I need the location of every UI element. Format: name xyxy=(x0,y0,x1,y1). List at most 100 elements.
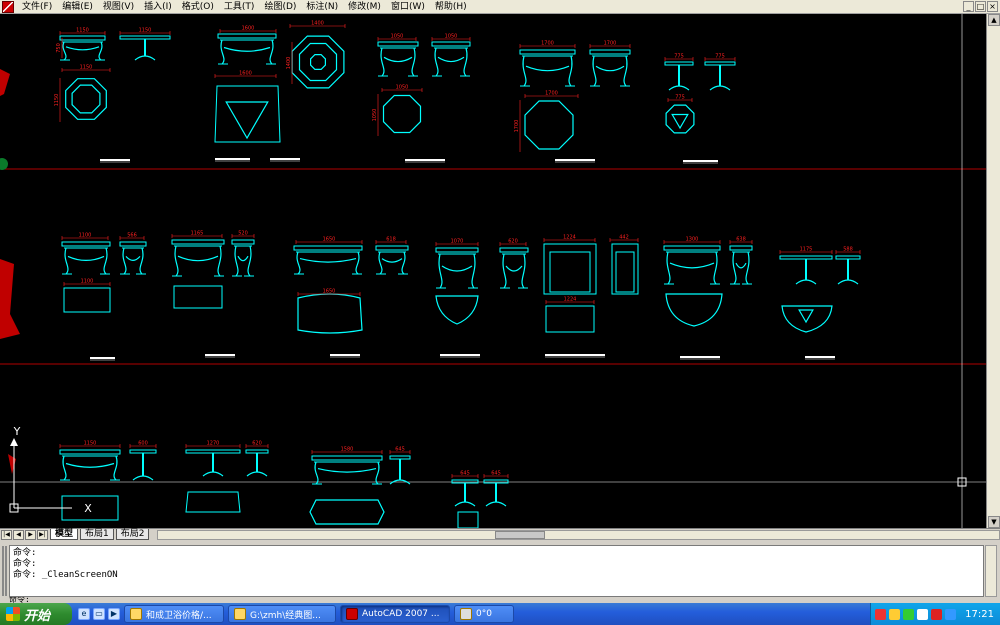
tab-prev-button[interactable]: ◀ xyxy=(13,529,24,540)
menu-insert[interactable]: 插入(I) xyxy=(139,0,177,14)
vertical-scrollbar[interactable]: ▲ ▼ xyxy=(986,14,1000,528)
dimension-text: 1175 xyxy=(800,247,813,253)
task-button[interactable]: 和成卫浴价格/... xyxy=(124,605,224,623)
cad-rect xyxy=(545,305,595,333)
dimension-text: 645 xyxy=(460,471,470,477)
clock: 17:21 xyxy=(965,608,994,620)
dimension-text: 588 xyxy=(843,247,853,253)
dimension-text: 1070 xyxy=(451,239,464,245)
dimension-text: 620 xyxy=(252,441,262,447)
layout-tab-bar: |◀ ◀ ▶ ▶| 模型 布局1 布局2 xyxy=(0,528,1000,540)
dimension-text: 1224 xyxy=(564,297,577,303)
table-pedestal xyxy=(709,85,731,91)
menu-edit[interactable]: 编辑(E) xyxy=(57,0,98,14)
menu-view[interactable]: 视图(V) xyxy=(98,0,139,14)
autocad-app-icon[interactable] xyxy=(2,0,14,13)
tray-icon[interactable] xyxy=(889,608,901,620)
menu-draw[interactable]: 绘图(D) xyxy=(259,0,301,14)
desktop-icon[interactable]: ▭ xyxy=(93,608,105,620)
close-button[interactable]: × xyxy=(987,1,998,12)
menu-file[interactable]: 文件(F) xyxy=(17,0,57,14)
tab-last-button[interactable]: ▶| xyxy=(37,529,48,540)
tab-next-button[interactable]: ▶ xyxy=(25,529,36,540)
tray-icon[interactable] xyxy=(931,608,943,620)
system-tray: 17:21 xyxy=(870,603,1000,625)
dimension-text: 1400 xyxy=(311,21,324,27)
table-top-plan xyxy=(382,94,422,134)
table-top-plan xyxy=(297,293,363,334)
dimension-text: 520 xyxy=(238,231,248,237)
scroll-down-arrow-icon[interactable]: ▼ xyxy=(988,516,1000,528)
cad-rect xyxy=(499,247,529,253)
table-pedestal xyxy=(668,85,690,91)
table-top-plan xyxy=(71,84,101,114)
cad-rect xyxy=(173,285,223,309)
menu-tools[interactable]: 工具(T) xyxy=(219,0,260,14)
table-pedestal xyxy=(246,471,268,477)
task-button[interactable]: 0°0 xyxy=(454,605,514,623)
table-top-plan xyxy=(798,309,814,324)
tray-icon[interactable] xyxy=(875,608,887,620)
start-button[interactable]: 开始 xyxy=(0,603,72,625)
restore-button[interactable]: □ xyxy=(975,1,986,12)
cad-rect xyxy=(663,245,721,251)
command-line: 命令: _CleanScreenON xyxy=(13,570,118,580)
cad-rect xyxy=(729,245,753,251)
tab-layout2[interactable]: 布局2 xyxy=(115,529,150,540)
dimension-text: 1050 xyxy=(396,85,409,91)
tray-icon[interactable] xyxy=(945,608,957,620)
cad-rect xyxy=(664,61,694,66)
cad-rect xyxy=(217,33,277,39)
tab-first-button[interactable]: |◀ xyxy=(1,529,12,540)
cad-rect xyxy=(59,449,121,455)
command-scrollbar[interactable] xyxy=(985,545,997,597)
task-button[interactable]: G:\zmh\经典图... xyxy=(228,605,336,623)
drawing-canvas[interactable]: 1150 750 1150 1150 1150 1600 1600 1400 1400 1050 1… xyxy=(0,14,1000,528)
ucs-arrow-y xyxy=(10,438,18,446)
menu-format[interactable]: 格式(O) xyxy=(177,0,219,14)
tab-model[interactable]: 模型 xyxy=(50,529,79,540)
cad-rect xyxy=(704,61,736,66)
menu-dimension[interactable]: 标注(N) xyxy=(301,0,343,14)
cad-rect xyxy=(549,251,591,293)
tray-icon[interactable] xyxy=(903,608,915,620)
minimize-button[interactable]: _ xyxy=(963,1,974,12)
task-label: 0°0 xyxy=(476,609,492,619)
tab-layout1[interactable]: 布局1 xyxy=(80,529,114,540)
scroll-thumb[interactable] xyxy=(494,530,545,539)
horizontal-scrollbar[interactable] xyxy=(157,529,1000,540)
task-button-active[interactable]: AutoCAD 2007 ... xyxy=(340,605,450,623)
dimension-text: 775 xyxy=(674,54,684,60)
cad-rect xyxy=(615,251,635,293)
command-window-grip[interactable] xyxy=(2,546,7,596)
table-elevation xyxy=(380,47,416,77)
ie-icon[interactable]: e xyxy=(78,608,90,620)
table-top-plan xyxy=(665,293,723,327)
quick-launch: e ▭ ▶ xyxy=(78,608,120,620)
cad-drawing: 1150 750 1150 1150 1150 1600 1600 1400 1400 1050 1… xyxy=(0,14,986,528)
table-elevation xyxy=(592,55,628,87)
cad-rect xyxy=(835,255,861,260)
media-icon[interactable]: ▶ xyxy=(108,608,120,620)
dimension-text: 1700 xyxy=(541,41,554,47)
cad-rect xyxy=(231,239,255,245)
tray-icon[interactable] xyxy=(917,608,929,620)
table-top-plan xyxy=(298,42,338,82)
app-icon xyxy=(460,608,472,620)
dimension-text: 1150 xyxy=(84,441,97,447)
table-pedestal xyxy=(134,55,156,61)
dimension-text: 1270 xyxy=(207,441,220,447)
cad-rect xyxy=(519,49,576,55)
scroll-up-arrow-icon[interactable]: ▲ xyxy=(988,14,1000,26)
table-pedestal xyxy=(485,501,507,507)
table-elevation xyxy=(732,251,750,285)
dimension-text: 1650 xyxy=(323,237,336,243)
menu-help[interactable]: 帮助(H) xyxy=(430,0,472,14)
cad-rect xyxy=(483,479,509,484)
command-history: 命令: 命令: 命令: _CleanScreenON xyxy=(9,545,984,597)
dimension-text: 638 xyxy=(736,237,746,243)
command-window: 命令: 命令: 命令: _CleanScreenON 命令: xyxy=(0,540,1000,603)
menu-window[interactable]: 窗口(W) xyxy=(386,0,430,14)
cad-rect xyxy=(779,255,833,260)
menu-modify[interactable]: 修改(M) xyxy=(343,0,386,14)
